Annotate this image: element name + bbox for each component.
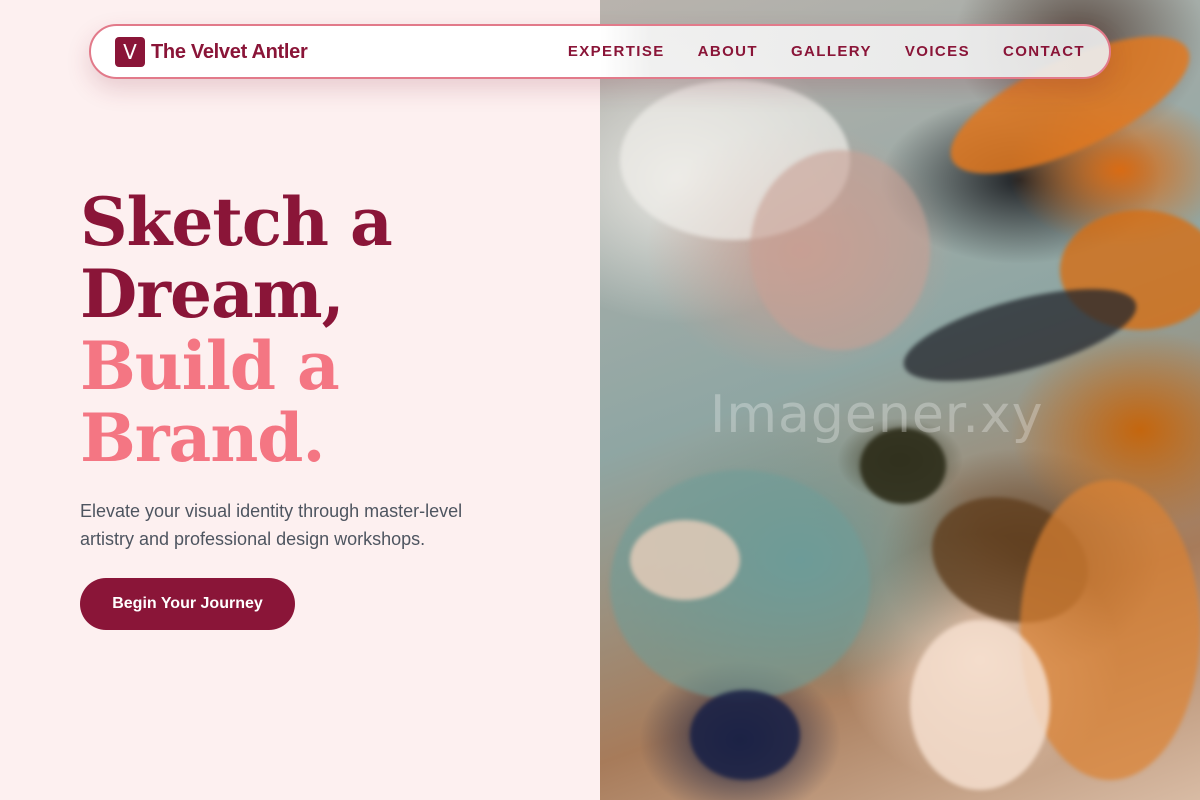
headline-line-2: Dream, — [80, 255, 345, 333]
paint-stroke — [690, 690, 800, 780]
hero-headline: Sketch a Dream, Build a Brand. — [80, 183, 393, 477]
paint-stroke — [910, 620, 1050, 790]
paint-stroke — [750, 150, 930, 350]
headline-line-1: Sketch a — [80, 183, 393, 261]
nav-link-contact[interactable]: CONTACT — [1003, 43, 1085, 60]
hero-subtitle: Elevate your visual identity through mas… — [80, 501, 463, 549]
nav-link-voices[interactable]: VOICES — [905, 43, 970, 60]
nav-link-expertise[interactable]: EXPERTISE — [568, 43, 665, 60]
paint-stroke — [895, 270, 1145, 400]
hero-section: Sketch a Dream, Build a Brand. Elevate y… — [0, 0, 600, 800]
paint-stroke — [630, 520, 740, 600]
headline-accent-line-2: Brand. — [80, 399, 325, 477]
paint-stroke — [1020, 480, 1200, 780]
nav-link-gallery[interactable]: GALLERY — [791, 43, 872, 60]
begin-journey-button[interactable]: Begin Your Journey — [80, 578, 295, 630]
watermark-text: Imagener.xy — [710, 385, 1044, 445]
logo-mark-icon: V — [115, 37, 145, 67]
nav-links: EXPERTISE ABOUT GALLERY VOICES CONTACT — [568, 43, 1085, 60]
painting-texture-image: Imagener.xy — [600, 0, 1200, 800]
top-navbar: V The Velvet Antler EXPERTISE ABOUT GALL… — [89, 24, 1111, 79]
landing-page: Sketch a Dream, Build a Brand. Elevate y… — [0, 0, 1200, 800]
nav-link-about[interactable]: ABOUT — [698, 43, 758, 60]
headline-accent-line-1: Build a — [80, 327, 340, 405]
brand-name: The Velvet Antler — [151, 40, 308, 63]
brand-logo[interactable]: V The Velvet Antler — [115, 37, 308, 67]
